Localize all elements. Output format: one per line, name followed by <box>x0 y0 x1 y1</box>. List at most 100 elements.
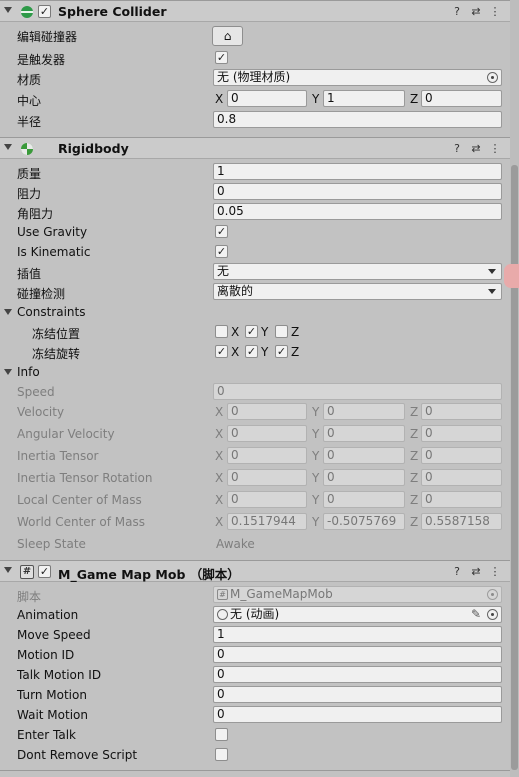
move-speed-field[interactable]: 1 <box>213 626 502 643</box>
angular-drag-field[interactable]: 0.05 <box>213 203 502 220</box>
freeze-rotation-label: 冻结旋转 <box>32 347 81 361</box>
fold-arrow-icon[interactable] <box>4 309 12 315</box>
is-trigger-row: 是触发器 ✓ <box>0 48 510 68</box>
freeze-position-row: 冻结位置 X ✓ Y Z <box>0 322 510 342</box>
motion-id-field[interactable]: 0 <box>213 646 502 663</box>
preset-icon[interactable]: ⇄ <box>470 142 482 155</box>
center-y-axis[interactable]: Y <box>312 92 319 106</box>
fold-arrow-icon[interactable] <box>4 144 12 150</box>
component-menu-icon[interactable]: ⋮ <box>489 5 501 18</box>
mass-field[interactable]: 1 <box>213 163 502 180</box>
interpolate-dropdown[interactable]: 无 <box>213 263 502 280</box>
sphere-collider-enabled-checkbox[interactable]: ✓ <box>38 5 51 18</box>
fold-arrow-icon[interactable] <box>4 7 12 13</box>
help-icon[interactable]: ? <box>451 565 463 578</box>
component-menu-icon[interactable]: ⋮ <box>489 565 501 578</box>
bottom-divider <box>0 770 510 771</box>
pencil-icon[interactable]: ✎ <box>471 607 481 622</box>
interpolate-label: 插值 <box>17 267 42 281</box>
center-x-axis[interactable]: X <box>215 92 223 106</box>
freeze-rotation-z-checkbox[interactable]: ✓ <box>275 345 288 358</box>
edit-collider-button[interactable]: ⌂ <box>212 26 243 46</box>
object-picker-icon[interactable] <box>487 72 498 83</box>
help-icon[interactable]: ? <box>451 5 463 18</box>
object-picker-icon[interactable] <box>487 609 498 620</box>
inertia-tensor-label: Inertia Tensor <box>17 449 99 463</box>
component-title: M_Game Map Mob （脚本） <box>58 567 240 582</box>
is-trigger-label: 是触发器 <box>17 53 66 67</box>
script-value: M_GameMapMob <box>230 587 333 601</box>
is-kinematic-row: Is Kinematic ✓ <box>0 242 510 262</box>
freeze-rotation-x-checkbox[interactable]: ✓ <box>215 345 228 358</box>
axis-z: Z <box>410 493 419 507</box>
script-enabled-checkbox[interactable]: ✓ <box>38 565 51 578</box>
inertia-tensor-rotation-row: Inertia Tensor Rotation X 0 Y 0 Z 0 <box>0 468 510 488</box>
angular-velocity-z: 0 <box>421 425 502 442</box>
interpolate-value: 无 <box>217 264 230 278</box>
freeze-rotation-y-checkbox[interactable]: ✓ <box>245 345 258 358</box>
freeze-position-x-checkbox[interactable] <box>215 325 228 338</box>
collision-detection-label: 碰撞检测 <box>17 287 66 301</box>
collision-detection-value: 离散的 <box>217 284 254 298</box>
constraints-foldout[interactable]: Constraints <box>0 302 510 322</box>
is-kinematic-checkbox[interactable]: ✓ <box>215 245 228 258</box>
is-trigger-checkbox[interactable]: ✓ <box>215 51 228 64</box>
fold-arrow-icon[interactable] <box>4 567 12 573</box>
preset-icon[interactable]: ⇄ <box>470 5 482 18</box>
dont-remove-script-checkbox[interactable] <box>215 748 228 761</box>
animation-field[interactable]: 无 (动画) ✎ <box>213 606 502 623</box>
radius-field[interactable]: 0.8 <box>213 111 502 128</box>
talk-motion-id-field[interactable]: 0 <box>213 666 502 683</box>
freeze-position-label: 冻结位置 <box>32 327 81 341</box>
center-row: 中心 X 0 Y 1 Z 0 <box>0 89 510 109</box>
center-z-field[interactable]: 0 <box>421 90 502 107</box>
freeze-position-y-checkbox[interactable]: ✓ <box>245 325 258 338</box>
wait-motion-field[interactable]: 0 <box>213 706 502 723</box>
use-gravity-checkbox[interactable]: ✓ <box>215 225 228 238</box>
axis-y: Y <box>312 405 320 419</box>
center-x-field[interactable]: 0 <box>227 90 307 107</box>
mass-label: 质量 <box>17 167 42 181</box>
axis-x: X <box>215 427 224 441</box>
sphere-collider-header[interactable]: ✓ Sphere Collider ? ⇄ ⋮ <box>0 0 510 22</box>
axis-y: Y <box>312 471 320 485</box>
world-com-y: -0.5075769 <box>323 513 405 530</box>
edge-indicator-icon <box>504 264 519 288</box>
scrollbar-thumb[interactable] <box>511 165 518 770</box>
speed-field: 0 <box>213 383 502 400</box>
collision-detection-dropdown[interactable]: 离散的 <box>213 283 502 300</box>
sleep-state-row: Sleep State Awake <box>0 534 510 554</box>
material-value: 无 (物理材质) <box>217 70 291 84</box>
script-file-icon: # <box>217 589 228 600</box>
center-z-axis[interactable]: Z <box>410 92 418 106</box>
rigidbody-header[interactable]: Rigidbody ? ⇄ ⋮ <box>0 137 510 159</box>
fold-arrow-icon[interactable] <box>4 369 12 375</box>
freeze-position-z-checkbox[interactable] <box>275 325 288 338</box>
turn-motion-row: Turn Motion 0 <box>0 685 510 705</box>
speed-row: Speed 0 <box>0 382 510 402</box>
motion-id-row: Motion ID 0 <box>0 645 510 665</box>
script-field: # M_GameMapMob <box>213 586 502 603</box>
material-field[interactable]: 无 (物理材质) <box>213 69 502 86</box>
preset-icon[interactable]: ⇄ <box>470 565 482 578</box>
enter-talk-checkbox[interactable] <box>215 728 228 741</box>
axis-y: Y <box>312 493 320 507</box>
vertical-scrollbar[interactable] <box>510 0 519 777</box>
axis-y: Y <box>312 449 320 463</box>
turn-motion-field[interactable]: 0 <box>213 686 502 703</box>
center-y-field[interactable]: 1 <box>323 90 405 107</box>
enter-talk-row: Enter Talk <box>0 725 510 745</box>
freeze-position-y-label: Y <box>261 325 269 339</box>
script-component-header[interactable]: # ✓ M_Game Map Mob （脚本） ? ⇄ ⋮ <box>0 560 510 582</box>
help-icon[interactable]: ? <box>451 142 463 155</box>
component-menu-icon[interactable]: ⋮ <box>489 142 501 155</box>
world-com-z: 0.5587158 <box>421 513 502 530</box>
local-com-label: Local Center of Mass <box>17 493 142 507</box>
axis-y: Y <box>312 515 320 529</box>
velocity-z: 0 <box>421 403 502 420</box>
drag-field[interactable]: 0 <box>213 183 502 200</box>
info-foldout[interactable]: Info <box>0 362 510 382</box>
move-speed-label: Move Speed <box>17 628 91 642</box>
velocity-x: 0 <box>227 403 307 420</box>
drag-row: 阻力 0 <box>0 182 510 202</box>
